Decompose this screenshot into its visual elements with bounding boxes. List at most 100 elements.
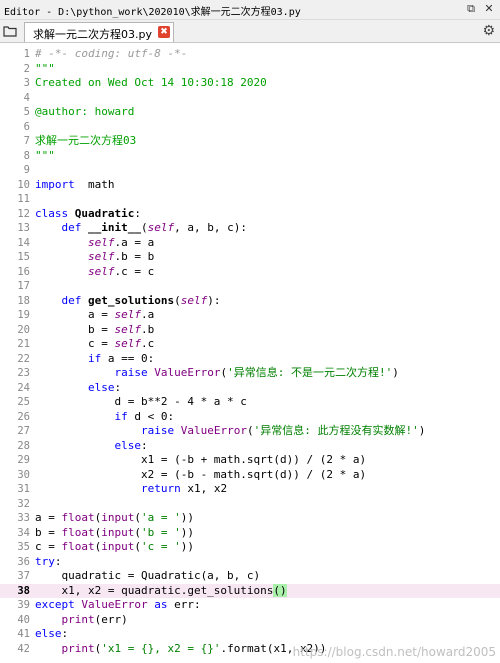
code-line[interactable]: 36 try: (0, 555, 500, 570)
code-text: if d < 0: (35, 410, 174, 425)
code-line[interactable]: 6 (0, 120, 500, 135)
code-token: ( (134, 511, 141, 524)
code-line[interactable]: 13 def __init__(self, a, b, c): (0, 221, 500, 236)
code-line[interactable]: 19 a = self.a (0, 308, 500, 323)
code-token: print (61, 641, 95, 655)
code-editor[interactable]: 1 # -*- coding: utf-8 -*- 2 """ 3 Created on … (0, 43, 500, 663)
line-number: 1 (23, 48, 30, 60)
code-token: 'b = ' (141, 525, 181, 539)
code-line[interactable]: 28 else: (0, 439, 500, 454)
line-number: 25 (17, 396, 30, 408)
code-line[interactable]: 29 x1 = (-b + math.sqrt(d)) / (2 * a) (0, 453, 500, 468)
code-line[interactable]: 26 if d < 0: (0, 410, 500, 425)
code-token: a == 0: (101, 351, 155, 365)
code-line[interactable]: 32 (0, 497, 500, 512)
code-line[interactable]: 20 b = self.b (0, 323, 500, 338)
code-line[interactable]: 11 (0, 192, 500, 207)
code-line[interactable]: 40 print(err) (0, 613, 500, 628)
code-token: raise (140, 424, 175, 437)
code-line[interactable]: 39 except ValueError as err: (0, 598, 500, 613)
code-token: Quadratic (74, 206, 135, 220)
code-text: c = float(input('c = ')) (35, 540, 194, 555)
code-area[interactable]: 1 # -*- coding: utf-8 -*- 2 """ 3 Created on … (0, 47, 500, 656)
code-line[interactable]: 23 raise ValueError('异常信息: 不是一元二次方程!') (0, 366, 500, 381)
code-token: self (180, 293, 208, 307)
code-token: x1, x2 (180, 482, 228, 495)
code-line[interactable]: 24 else: (0, 381, 500, 396)
code-line[interactable]: 9 (0, 163, 500, 178)
code-line[interactable]: 15 self.b = b (0, 250, 500, 265)
line-number: 34 (17, 526, 30, 539)
code-line[interactable]: 10 import math (0, 178, 500, 193)
code-line[interactable]: 1 # -*- coding: utf-8 -*- (0, 47, 500, 62)
code-line[interactable]: 27 raise ValueError('异常信息: 此方程没有实数解!') (0, 424, 500, 439)
code-token: a = (35, 511, 62, 524)
tab-file-label: 求解一元二次方程03.py (33, 28, 152, 41)
code-line[interactable]: 8 """ (0, 149, 500, 164)
code-token: .a = a (114, 235, 155, 249)
code-text: x1, x2 = quadratic.get_solutions() (35, 583, 287, 599)
line-number: 29 (17, 454, 30, 466)
code-line[interactable]: 35 c = float(input('c = ')) (0, 540, 500, 555)
line-number: 35 (17, 541, 30, 553)
undock-icon[interactable]: ⧉ (464, 2, 478, 16)
code-text: print(err) (35, 613, 128, 628)
code-token: else (114, 438, 141, 452)
code-token: self (87, 235, 115, 249)
code-line[interactable]: 2 """ (0, 62, 500, 77)
line-number: 27 (17, 425, 30, 437)
code-text: if a == 0: (35, 352, 154, 367)
code-text: quadratic = Quadratic(a, b, c) (35, 569, 260, 584)
code-line[interactable]: 17 (0, 279, 500, 294)
code-line[interactable]: 5 @author: howard (0, 105, 500, 120)
code-line[interactable]: 12 class Quadratic: (0, 207, 500, 222)
close-pane-icon[interactable]: ✕ (482, 2, 496, 16)
code-line[interactable]: 14 self.a = a (0, 236, 500, 251)
code-token: ( (246, 424, 254, 437)
code-text: self.c = c (35, 265, 154, 280)
code-text: raise ValueError('异常信息: 不是一元二次方程!') (35, 366, 398, 381)
code-line[interactable]: 7 求解一元二次方程03 (0, 134, 500, 149)
code-token: Created on Wed Oct 14 10:30:18 2020 (35, 76, 267, 89)
code-line[interactable]: 21 c = self.c (0, 337, 500, 352)
code-token: self (114, 308, 141, 321)
code-line[interactable]: 25 d = b**2 - 4 * a * c (0, 395, 500, 410)
code-text: raise ValueError('异常信息: 此方程没有实数解!') (35, 424, 425, 439)
tab-close-icon[interactable]: ✖ (158, 26, 170, 38)
code-line[interactable]: 37 quadratic = Quadratic(a, b, c) (0, 569, 500, 584)
gear-icon[interactable]: ⚙ (482, 23, 495, 39)
code-line[interactable]: 38 x1, x2 = quadratic.get_solutions() (0, 583, 500, 599)
code-line[interactable]: 41 else: (0, 627, 500, 642)
browse-tabs-icon[interactable] (3, 25, 17, 37)
tab-file[interactable]: 求解一元二次方程03.py ✖ (24, 22, 174, 42)
line-number: 9 (23, 164, 30, 176)
code-line[interactable]: 22 if a == 0: (0, 352, 500, 367)
code-line[interactable]: 33 a = float(input('a = ')) (0, 511, 500, 526)
code-token: float (61, 540, 95, 553)
line-number: 41 (17, 628, 30, 640)
code-line[interactable]: 30 x2 = (-b - math.sqrt(d)) / (2 * a) (0, 468, 500, 483)
code-token: )) (180, 525, 194, 539)
code-token: print (61, 612, 95, 626)
code-text: @author: howard (35, 105, 134, 120)
code-line[interactable]: 4 (0, 91, 500, 106)
line-number: 39 (17, 599, 30, 611)
code-token: .a (140, 308, 155, 321)
code-token: ValueError (154, 366, 221, 379)
line-number: 18 (17, 294, 30, 307)
code-token: # -*- coding: utf-8 -*- (35, 47, 188, 60)
code-line[interactable]: 3 Created on Wed Oct 14 10:30:18 2020 (0, 76, 500, 91)
code-line[interactable]: 16 self.c = c (0, 265, 500, 280)
code-line[interactable]: 18 def get_solutions(self): (0, 294, 500, 309)
code-line[interactable]: 31 return x1, x2 (0, 482, 500, 497)
code-line[interactable]: 34 b = float(input('b = ')) (0, 526, 500, 541)
code-token: get_solutions (88, 293, 175, 307)
code-token: '异常信息: 此方程没有实数解!' (253, 424, 419, 437)
line-number: 33 (17, 512, 30, 524)
